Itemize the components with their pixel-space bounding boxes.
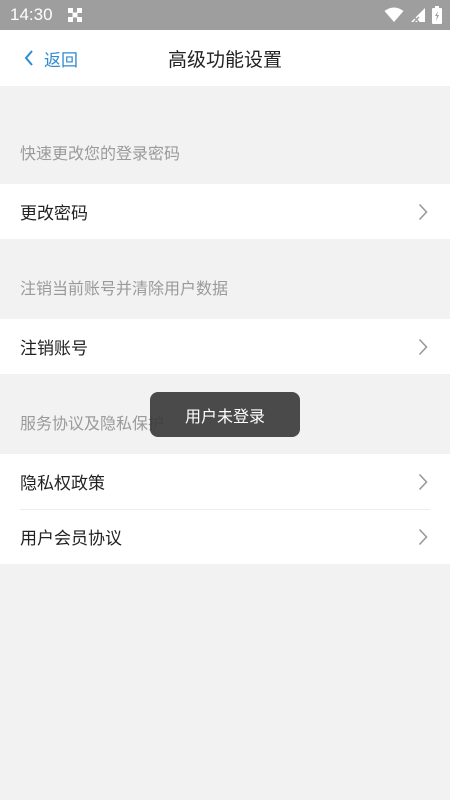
settings-group-password: 更改密码 xyxy=(0,184,450,239)
status-bar: 14:30 xyxy=(0,0,450,30)
back-label: 返回 xyxy=(44,50,78,71)
member-agreement-item[interactable]: 用户会员协议 xyxy=(0,509,450,564)
privacy-policy-item[interactable]: 隐私权政策 xyxy=(0,454,450,509)
chevron-right-icon xyxy=(418,528,428,546)
chevron-right-icon xyxy=(418,338,428,356)
member-agreement-label: 用户会员协议 xyxy=(20,529,122,549)
deactivate-account-item[interactable]: 注销账号 xyxy=(0,319,450,374)
nav-bar: 返回 高级功能设置 xyxy=(0,30,450,86)
signal-icon xyxy=(410,7,426,23)
battery-icon xyxy=(432,6,442,24)
change-password-item[interactable]: 更改密码 xyxy=(0,184,450,239)
section-header-account: 注销当前账号并清除用户数据 xyxy=(20,279,229,298)
change-password-label: 更改密码 xyxy=(20,204,88,224)
section-header-password: 快速更改您的登录密码 xyxy=(20,144,181,163)
chevron-right-icon xyxy=(418,473,428,491)
privacy-policy-label: 隐私权政策 xyxy=(20,474,105,494)
deactivate-account-label: 注销账号 xyxy=(20,339,88,359)
grid-icon xyxy=(67,7,83,23)
back-button[interactable]: 返回 xyxy=(0,46,78,71)
settings-group-privacy: 隐私权政策 用户会员协议 xyxy=(0,454,450,564)
wifi-icon xyxy=(384,7,404,23)
chevron-right-icon xyxy=(418,203,428,221)
toast-message: 用户未登录 xyxy=(150,392,300,437)
status-time: 14:30 xyxy=(10,5,53,24)
chevron-left-icon xyxy=(24,50,33,66)
settings-group-account: 注销账号 xyxy=(0,319,450,374)
